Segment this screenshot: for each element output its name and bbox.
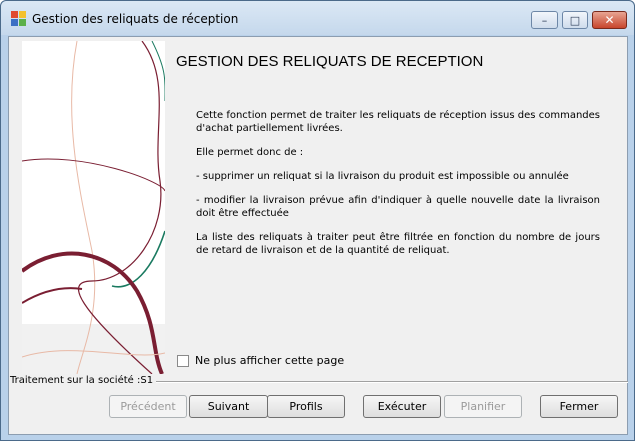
company-label: Traitement sur la société :S1	[10, 375, 157, 386]
description-text: Cette fonction permet de traiter les rel…	[196, 109, 600, 268]
execute-button[interactable]: Exécuter	[363, 395, 441, 418]
separator-line	[152, 381, 628, 383]
description-paragraph: Elle permet donc de :	[196, 147, 304, 158]
next-button[interactable]: Suivant	[189, 395, 268, 418]
previous-button[interactable]: Précédent	[109, 395, 187, 418]
description-paragraph: Cette fonction permet de traiter les rel…	[196, 110, 600, 134]
window-title: Gestion des reliquats de réception	[32, 12, 239, 26]
company-separator: Traitement sur la société :S1	[9, 374, 629, 388]
decorative-curves-image	[22, 41, 165, 374]
hide-page-option[interactable]: Ne plus afficher cette page	[177, 354, 344, 367]
close-window-button[interactable]: ✕	[592, 11, 627, 29]
page-title: GESTION DES RELIQUATS DE RECEPTION	[176, 53, 484, 70]
description-paragraph: - modifier la livraison prévue afin d'in…	[196, 195, 600, 219]
profiles-button[interactable]: Profils	[267, 395, 345, 418]
schedule-button[interactable]: Planifier	[444, 395, 522, 418]
dialog-window: Gestion des reliquats de réception – □ ✕	[0, 0, 635, 441]
title-bar[interactable]: Gestion des reliquats de réception – □ ✕	[1, 1, 634, 35]
hide-page-checkbox-label[interactable]: Ne plus afficher cette page	[195, 354, 344, 367]
decorative-side-image	[22, 41, 165, 374]
colored-squares-icon	[11, 11, 26, 26]
close-icon: ✕	[604, 13, 615, 27]
minimize-icon: –	[541, 13, 548, 27]
wizard-body: GESTION DES RELIQUATS DE RECEPTION Cette…	[8, 36, 628, 435]
minimize-button[interactable]: –	[531, 11, 558, 29]
close-button[interactable]: Fermer	[540, 395, 618, 418]
maximize-icon: □	[569, 13, 581, 27]
description-paragraph: La liste des reliquats à traiter peut êt…	[196, 232, 600, 256]
description-paragraph: - supprimer un reliquat si la livraison …	[196, 171, 569, 182]
maximize-button[interactable]: □	[562, 11, 588, 29]
hide-page-checkbox[interactable]	[177, 354, 189, 367]
